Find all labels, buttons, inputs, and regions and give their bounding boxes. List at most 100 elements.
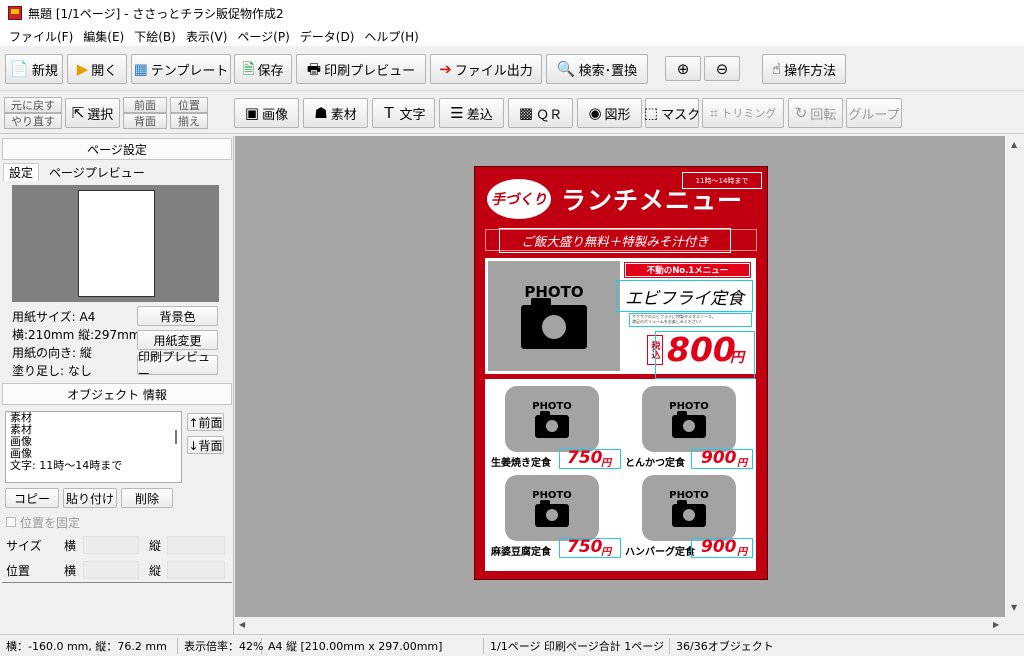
menu-item-name-1[interactable]: 生姜焼き定食	[491, 454, 551, 469]
logo-badge[interactable]: 手づくり	[487, 179, 551, 219]
featured-name[interactable]: エビフライ定食	[625, 284, 744, 309]
template-button[interactable]: ▦ テンプレート	[131, 54, 231, 84]
material-tool-button[interactable]: ☗ 素材	[303, 98, 368, 128]
select-tool-button[interactable]: ⇱ 選択	[65, 98, 120, 128]
menu-data[interactable]: データ(D)	[295, 28, 360, 45]
menu-item-price-2[interactable]: 900	[701, 448, 737, 468]
align-button-bottom[interactable]: 揃え	[170, 113, 208, 129]
poster-title[interactable]: ランチメニュー	[561, 181, 743, 217]
object-list[interactable]: 素材 素材 画像 画像 文字: 11時～14時まで	[5, 411, 182, 483]
list-item[interactable]: 画像	[6, 436, 181, 448]
qr-code-icon: ▩	[518, 103, 534, 122]
list-item[interactable]: 素材	[6, 424, 181, 436]
scroll-up-icon[interactable]: ▲	[1011, 140, 1017, 149]
insert-tool-button[interactable]: ☰ 差込	[439, 98, 504, 128]
text-tool-button[interactable]: Ｔ 文字	[372, 98, 435, 128]
save-button[interactable]: 🗎 保存	[234, 54, 292, 84]
menu-page[interactable]: ページ(P)	[232, 28, 294, 45]
page-status: 1/1ページ 印刷ページ合計 1ページ	[484, 637, 670, 654]
position-x-field[interactable]	[83, 561, 139, 579]
position-y-field[interactable]	[167, 561, 225, 579]
camera-icon	[521, 298, 587, 349]
menu-photo-4[interactable]: PHOTO	[642, 475, 736, 541]
object-back-button[interactable]: ↓背面	[187, 436, 224, 454]
page-settings-header: ページ設定	[2, 138, 232, 160]
print-preview-button[interactable]: 🖶 印刷プレビュー	[296, 54, 426, 84]
open-button[interactable]: ▶ 開く	[67, 54, 127, 84]
template-icon: ▦	[133, 59, 148, 78]
horizontal-scrollbar[interactable]: ◀ ▶	[235, 617, 1005, 634]
redo-button[interactable]: やり直す	[4, 113, 62, 129]
object-count-status: 36/36オブジェクト	[676, 639, 774, 653]
copy-button[interactable]: コピー	[5, 488, 59, 508]
paper-change-button[interactable]: 用紙変更	[137, 330, 218, 350]
menu-item-price-4[interactable]: 900	[701, 537, 737, 557]
menu-item-price-1[interactable]: 750	[567, 448, 603, 468]
list-insert-icon: ☰	[450, 103, 464, 122]
align-button-top[interactable]: 位置	[170, 97, 208, 113]
background-color-button[interactable]: 背景色	[137, 306, 218, 326]
status-bar: 横：-160.0 mm, 縦：76.2 mm 表示倍率：42% A4 縦 [21…	[0, 634, 1024, 656]
menu-help[interactable]: ヘルプ(H)	[359, 28, 423, 45]
camera-icon	[672, 499, 706, 527]
scroll-down-icon[interactable]: ▼	[1011, 603, 1017, 612]
page-preview-thumbnail	[12, 185, 219, 302]
menu-item-name-3[interactable]: 麻婆豆腐定食	[491, 543, 551, 558]
search-replace-button[interactable]: 🔍 検索･置換	[546, 54, 648, 84]
rotate-button[interactable]: ↻ 回転	[788, 98, 843, 128]
size-width-field[interactable]	[83, 536, 139, 554]
menu-photo-2[interactable]: PHOTO	[642, 386, 736, 452]
menu-item-price-3[interactable]: 750	[567, 537, 603, 557]
featured-price[interactable]: 800	[667, 330, 736, 369]
lunch-menu-poster[interactable]: 11時～14時まで 手づくり ランチメニュー ご飯大盛り無料＋特製みそ汁付き P…	[474, 166, 768, 580]
trimming-button[interactable]: ⌗ トリミング	[702, 98, 784, 128]
menu-view[interactable]: 表示(V)	[181, 28, 233, 45]
menu-edit[interactable]: 編集(E)	[78, 28, 129, 45]
list-item[interactable]: 文字: 11時～14時まで	[6, 460, 181, 472]
image-tool-button[interactable]: ▣ 画像	[234, 98, 299, 128]
shape-tool-button[interactable]: ◉ 図形	[577, 98, 642, 128]
poster-subtitle[interactable]: ご飯大盛り無料＋特製みそ汁付き	[521, 231, 709, 250]
tab-settings[interactable]: 設定	[3, 163, 40, 181]
list-scrollbar[interactable]	[175, 430, 177, 444]
bring-front-button[interactable]: 前面	[123, 97, 167, 113]
paper-dimensions-label: 横:210mm 縦:297mm	[12, 328, 141, 342]
featured-badge[interactable]: 不動のNo.1メニュー	[624, 262, 751, 278]
zoom-in-button[interactable]: ⊕	[665, 56, 701, 81]
scroll-right-icon[interactable]: ▶	[993, 620, 999, 629]
size-height-field[interactable]	[167, 536, 225, 554]
menu-file[interactable]: ファイル(F)	[4, 28, 78, 45]
position-label: 位置	[6, 564, 31, 578]
paper-size-label: 用紙サイズ: A4	[12, 310, 96, 324]
featured-desc-2[interactable]: 満足のボリュームをお楽しみください！	[632, 319, 751, 324]
search-icon: 🔍	[556, 59, 576, 78]
new-button[interactable]: 📄 新規	[5, 54, 63, 84]
vertical-scrollbar[interactable]: ▲ ▼	[1005, 136, 1024, 617]
help-button[interactable]: ☝ 操作方法	[762, 54, 846, 84]
group-button[interactable]: グループ	[846, 98, 902, 128]
zoom-out-button[interactable]: ⊖	[704, 56, 740, 81]
new-document-icon: 📄	[10, 59, 29, 78]
list-item[interactable]: 素材	[6, 412, 181, 424]
scroll-left-icon[interactable]: ◀	[239, 620, 245, 629]
object-front-button[interactable]: ↑前面	[187, 413, 224, 431]
menu-photo-3[interactable]: PHOTO	[505, 475, 599, 541]
panel-print-preview-button[interactable]: 印刷プレビュー	[137, 350, 218, 381]
printer-icon: 🖶	[306, 59, 322, 78]
delete-button[interactable]: 削除	[121, 488, 173, 508]
menu-item-name-4[interactable]: ハンバーグ定食	[625, 543, 695, 558]
camera-icon	[672, 410, 706, 438]
tab-page-preview[interactable]: ページプレビュー	[44, 163, 150, 181]
file-output-button[interactable]: ➔ ファイル出力	[430, 54, 542, 84]
paste-button[interactable]: 貼り付け	[63, 488, 117, 508]
send-back-button[interactable]: 背面	[123, 113, 167, 129]
menu-photo-1[interactable]: PHOTO	[505, 386, 599, 452]
menu-sketch[interactable]: 下絵(B)	[129, 28, 181, 45]
mask-tool-button[interactable]: ⬚ マスク	[644, 98, 700, 128]
menu-item-name-2[interactable]: とんかつ定食	[625, 454, 685, 469]
undo-button[interactable]: 元に戻す	[4, 97, 62, 113]
menu-bar: ファイル(F) 編集(E) 下絵(B) 表示(V) ページ(P) データ(D) …	[0, 26, 1024, 46]
lock-position-checkbox[interactable]	[6, 517, 16, 527]
featured-photo-placeholder[interactable]: PHOTO	[488, 261, 620, 371]
qr-tool-button[interactable]: ▩ ＱＲ	[508, 98, 573, 128]
